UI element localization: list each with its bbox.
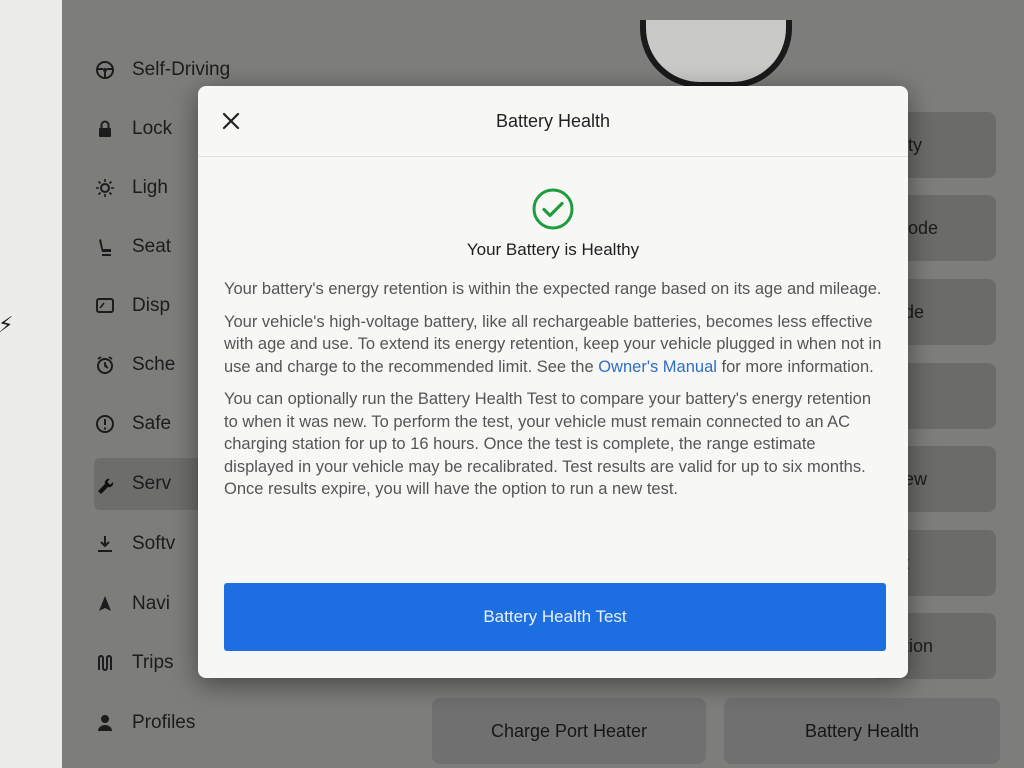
left-edge-panel: ⚡ — [0, 0, 62, 768]
charging-bolt-icon: ⚡ — [0, 312, 14, 337]
status-message: Your Battery is Healthy — [466, 240, 640, 259]
steering-wheel-icon — [94, 59, 116, 81]
navigation-icon — [94, 593, 116, 615]
seat-icon — [94, 236, 116, 258]
check-circle-icon — [532, 188, 574, 230]
profile-icon — [94, 712, 116, 734]
wrench-icon — [94, 473, 116, 495]
battery-health-button[interactable]: Battery Health — [724, 698, 1000, 764]
light-icon — [94, 177, 116, 199]
battery-health-dialog: Battery Health Your Battery is Healthy Y… — [198, 86, 908, 678]
sidebar-item-label: Seat — [132, 236, 172, 257]
charge-port-heater-button[interactable]: Charge Port Heater — [432, 698, 706, 764]
sidebar-item-profiles[interactable]: Profiles — [94, 697, 284, 749]
sidebar-item-label: Self-Driving — [132, 59, 231, 80]
close-icon — [222, 112, 240, 130]
dialog-body: Your battery's energy retention is withi… — [224, 278, 884, 511]
sidebar-item-label: Serv — [132, 473, 172, 494]
sidebar-item-label: Navi — [132, 593, 171, 614]
sidebar-item-label: Safe — [132, 413, 172, 434]
sidebar-item-label: Trips — [132, 652, 174, 673]
trips-icon — [94, 652, 116, 674]
sidebar-item-label: Ligh — [132, 177, 168, 198]
display-icon — [94, 295, 116, 317]
sidebar-item-label: Disp — [132, 295, 171, 316]
dialog-title: Battery Health — [495, 110, 611, 131]
setting-button-label: lode — [904, 217, 939, 238]
care-text-end: for more information. — [716, 357, 874, 376]
safety-icon — [94, 413, 116, 435]
sidebar-item-label: Lock — [132, 118, 173, 139]
setting-button-label: tion — [904, 635, 934, 656]
schedule-icon — [94, 354, 116, 376]
battery-health-test-button[interactable]: Battery Health Test — [224, 583, 886, 651]
battery-health-label: Battery Health — [804, 720, 920, 741]
care-paragraph: Your vehicle's high-voltage battery, lik… — [224, 311, 884, 379]
charge-port-heater-label: Charge Port Heater — [490, 720, 648, 741]
sidebar-item-label: Softv — [132, 533, 176, 554]
dialog-header: Battery Health — [198, 86, 908, 157]
sidebar-item-label: Sche — [132, 354, 176, 375]
owners-manual-link[interactable]: Owner's Manual — [598, 358, 717, 376]
close-button[interactable] — [218, 108, 244, 134]
lock-icon — [94, 118, 116, 140]
sidebar-item-label: Profiles — [132, 712, 196, 733]
health-status: Your Battery is Healthy — [198, 187, 908, 260]
test-info-paragraph: You can optionally run the Battery Healt… — [224, 390, 872, 498]
retention-paragraph: Your battery's energy retention is withi… — [224, 280, 882, 298]
download-icon — [94, 533, 116, 555]
